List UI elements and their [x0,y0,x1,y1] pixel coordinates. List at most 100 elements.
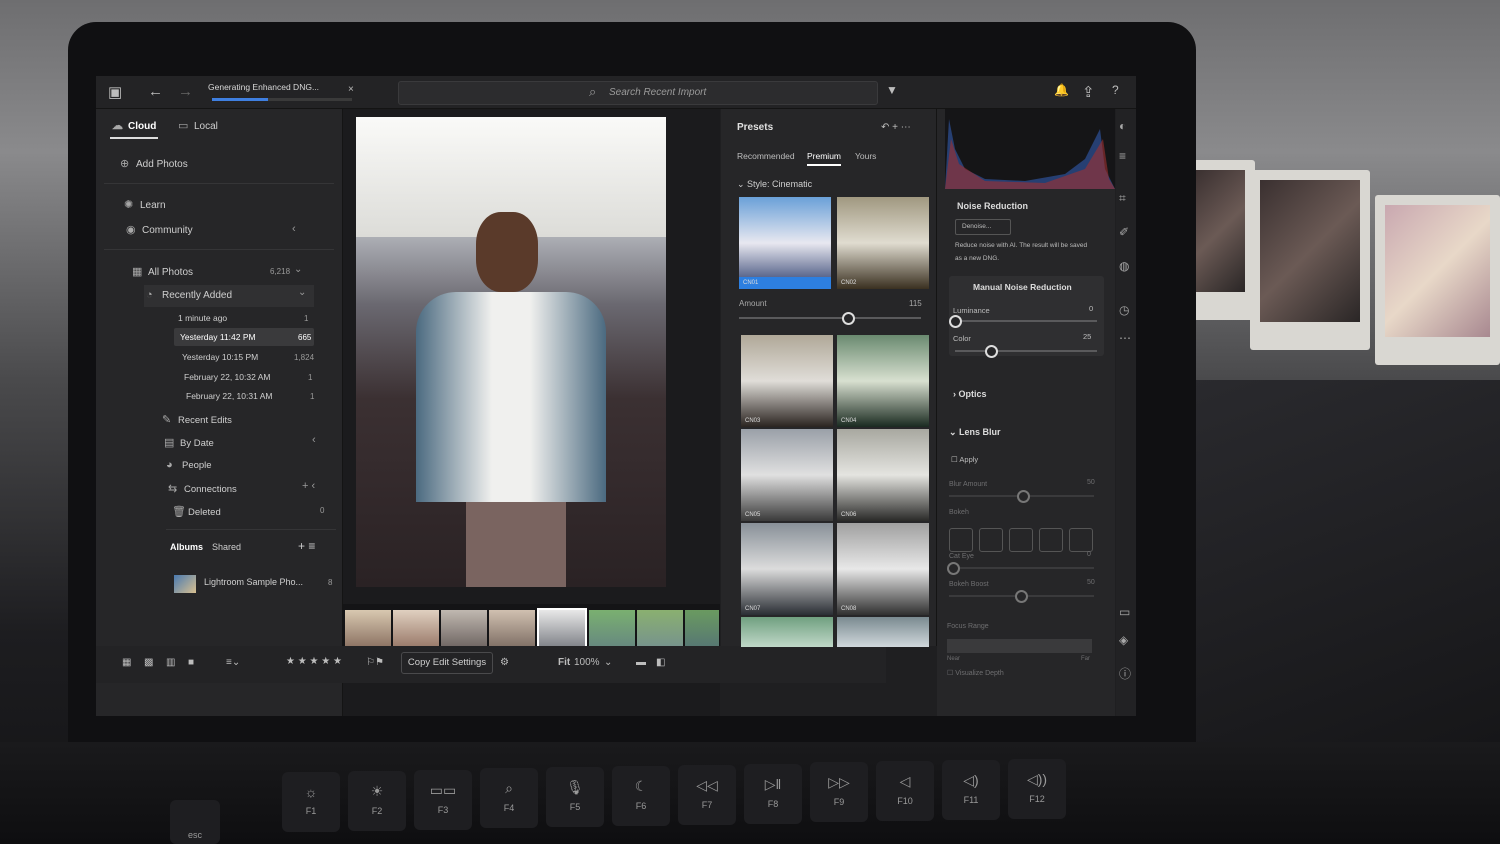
detail-view-icon[interactable]: ▥ [166,657,175,668]
sidebar-item-learn[interactable]: ✺ Learn [124,198,166,211]
visualize-depth-checkbox[interactable]: ☐ Visualize Depth [947,669,1004,677]
tab-yours[interactable]: Yours [855,151,876,161]
tab-cloud[interactable]: ☁ Cloud [112,119,156,132]
blur-amount-knob[interactable] [1017,490,1030,503]
sidebar-item-connections[interactable]: ⇆ Connections [168,482,237,495]
preset-cn01[interactable]: CN01 [739,197,831,289]
edit-icon[interactable]: ◐ [1119,119,1126,133]
search-field[interactable]: ⌕ Search Recent Import [398,81,878,105]
tab-premium[interactable]: Premium [807,151,842,166]
chevron-down-icon[interactable]: ⌄ [298,287,306,298]
luminance-slider[interactable] [955,320,1097,322]
single-view-icon[interactable]: ■ [188,657,194,668]
recent-item[interactable]: Yesterday 11:42 PM [180,332,256,342]
bell-icon[interactable]: 🔔 [1054,83,1069,97]
optics-section[interactable]: › Optics [953,389,987,399]
luminance-slider-knob[interactable] [949,315,962,328]
forward-arrow-icon[interactable]: → [178,83,193,100]
add-photos-button[interactable]: ⊕ Add Photos [120,157,188,170]
key-f8[interactable]: ▷‖ F8 [744,763,802,824]
help-icon[interactable]: ? [1112,83,1119,97]
amount-slider[interactable] [739,317,921,319]
add-connection-icon[interactable]: + ‹ [302,480,315,492]
bokeh-shape-button[interactable] [949,528,973,552]
close-icon[interactable]: × [348,84,354,95]
key-f6[interactable]: ☾ F6 [612,766,670,826]
tag-icon[interactable]: ◈ [1119,633,1128,647]
recent-item[interactable]: February 22, 10:32 AM [184,372,270,382]
tab-shared[interactable]: Shared [212,542,241,552]
tab-albums[interactable]: Albums [170,542,203,552]
chevron-down-icon[interactable]: ⌄ [604,657,612,668]
copy-edit-settings-button[interactable]: Copy Edit Settings [401,652,493,674]
bokeh-boost-knob[interactable] [1015,590,1028,603]
share-icon[interactable]: ⇪ [1082,83,1095,101]
history-icon[interactable]: ◷ [1119,303,1129,317]
rating-stars[interactable]: ★ ★ ★ ★ ★ [286,656,342,667]
bokeh-shape-button[interactable] [979,528,1003,552]
tab-recommended[interactable]: Recommended [737,151,795,161]
bokeh-shape-button[interactable] [1009,528,1033,552]
sidebar-item-by-date[interactable]: ▤ By Date [164,436,214,449]
recent-item[interactable]: February 22, 10:31 AM [186,391,272,401]
tab-local[interactable]: ▭ Local [178,119,218,132]
preset-cn06[interactable]: CN06 [837,429,929,521]
sidebar-item-recently-added[interactable]: ◔ Recently Added [146,289,232,301]
sidebar-item-people[interactable]: ◕ People [166,459,212,471]
gear-icon[interactable]: ⚙ [500,657,509,668]
key-f7[interactable]: ◁◁ F7 [678,764,736,825]
sidebar-item-recent-edits[interactable]: ✎ Recent Edits [162,413,232,426]
chevron-left-icon[interactable]: ‹ [312,434,316,446]
more-icon[interactable]: ⋯ [1119,331,1131,345]
preset-cn08[interactable]: CN08 [837,523,929,615]
add-album-icon[interactable]: + ≡ [298,539,315,553]
key-f10[interactable]: ◁ F10 [876,761,934,822]
preset-actions-icon[interactable]: ↶ + ⋯ [881,122,911,133]
focus-range-bar[interactable] [947,639,1092,653]
comment-icon[interactable]: ▭ [1119,605,1130,619]
preset-cn04[interactable]: CN04 [837,335,929,427]
color-slider-knob[interactable] [984,345,998,358]
sidebar-item-all-photos[interactable]: ▦ All Photos [132,265,193,278]
square-grid-icon[interactable]: ▩ [144,657,153,668]
album-name[interactable]: Lightroom Sample Pho... [204,577,303,587]
recent-item[interactable]: Yesterday 10:15 PM [182,352,258,362]
compare-icon[interactable]: ◧ [656,657,665,668]
zoom-level[interactable]: 100% [574,657,600,668]
apply-checkbox[interactable]: ☐ Apply [951,455,978,464]
flag-icon[interactable]: ⚐⚑ [366,657,384,668]
preset-cn05[interactable]: CN05 [741,429,833,521]
preset-thumb[interactable] [837,617,929,647]
style-group-label[interactable]: ⌄ Style: Cinematic [737,179,812,190]
masking-icon[interactable]: ◍ [1119,259,1129,273]
color-slider[interactable] [955,350,1097,352]
recent-item[interactable]: 1 minute ago [178,313,227,323]
key-f5[interactable]: 🎙 F5 [546,767,604,828]
preset-cn03[interactable]: CN03 [741,335,833,427]
filter-icon[interactable]: ▼ [886,83,898,97]
cat-eye-knob[interactable] [947,562,960,575]
crop-icon[interactable]: ⌗ [1119,191,1126,206]
grid-view-icon[interactable]: ▦ [122,657,131,668]
key-f4[interactable]: ⌕ F4 [480,768,538,829]
preset-cn07[interactable]: CN07 [741,523,833,615]
key-f11[interactable]: ◁) F11 [942,760,1000,820]
sidebar-item-deleted[interactable]: 🗑 Deleted [172,505,221,518]
info-overlay-icon[interactable]: ▬ [636,657,646,668]
fit-button[interactable]: Fit [558,657,570,668]
amount-slider-knob[interactable] [842,312,856,325]
panel-toggle-icon[interactable]: ▣ [108,83,122,101]
key-esc[interactable]: esc [170,800,220,844]
key-f2[interactable]: ☀ F2 [348,770,406,831]
denoise-button[interactable]: Denoise... [955,219,1011,235]
chevron-left-icon[interactable]: ‹ [292,223,296,235]
preset-cn02[interactable]: CN02 [837,197,929,289]
manual-nr-title[interactable]: Manual Noise Reduction [973,282,1072,292]
bokeh-shape-button[interactable] [1039,528,1063,552]
main-photo[interactable] [356,117,666,587]
sort-icon[interactable]: ≡⌄ [226,657,240,668]
key-f1[interactable]: ☼ F1 [282,772,340,832]
cat-eye-slider[interactable] [949,567,1094,569]
healing-icon[interactable]: ✐ [1119,225,1129,239]
info-icon[interactable]: ⓘ [1119,665,1131,682]
